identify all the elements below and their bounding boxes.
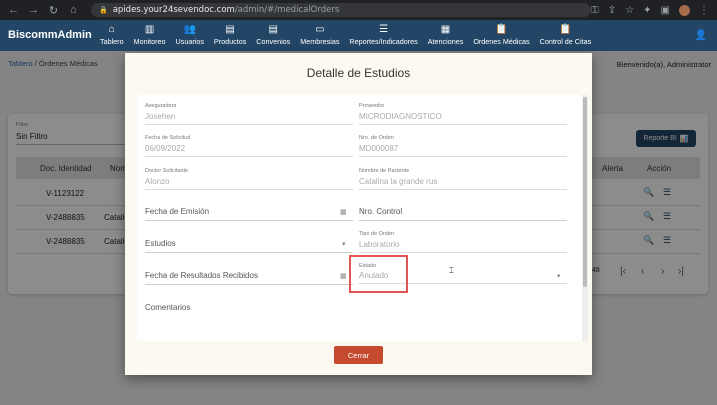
browser-nav: ← → ↻ ⌂: [8, 4, 79, 17]
menu-item-0[interactable]: ⌂ Tablero: [95, 20, 129, 51]
clipboard-icon: 📋: [559, 24, 572, 35]
dialog-title: Detalle de Estudios: [306, 66, 411, 80]
lock-icon: 🔒: [99, 6, 108, 14]
menu-item-5[interactable]: ▭ Membresias: [295, 20, 344, 51]
fecha-resultados-input[interactable]: Fecha de Resultados Recibidos: [145, 271, 353, 285]
estudios-select[interactable]: Estudios: [145, 239, 353, 253]
close-button[interactable]: Cerrar: [334, 346, 383, 364]
doctor-field: Alonzo: [145, 177, 353, 190]
address-bar[interactable]: 🔒 apides.your24sevendoc.com /admin/#/med…: [91, 3, 592, 17]
paciente-label: Nombre de Paciente: [359, 168, 410, 174]
chevron-down-icon[interactable]: ▾: [342, 240, 346, 248]
nro-orden-field: MD000087: [359, 144, 567, 157]
menu-item-label: Tablero: [100, 37, 124, 46]
forward-arrow-icon[interactable]: →: [28, 4, 39, 17]
nro-control-input[interactable]: Nro. Control: [359, 207, 567, 221]
card-icon: ▭: [315, 24, 325, 35]
proveedor-label: Proveedor: [359, 103, 385, 109]
calendar-icon: ▦: [440, 24, 451, 35]
aseguradora-field: Josehen: [145, 112, 353, 125]
mouse-cursor-icon: ⌶: [449, 266, 454, 275]
app-navbar: BiscommAdmin ⌂ Tablero ▥ Monitoreo 👥 Usuarios…: [0, 20, 717, 51]
key-icon[interactable]: ⚿: [591, 5, 599, 16]
chevron-down-icon[interactable]: ▾: [557, 272, 561, 280]
user-icon[interactable]: 👤: [695, 30, 707, 41]
menu-item-label: Productos: [213, 37, 247, 46]
store-icon: ▤: [268, 24, 278, 35]
comentarios-textarea[interactable]: Comentarios: [145, 303, 353, 316]
menu-item-6[interactable]: ☰ Reportes/Indicadores: [344, 20, 422, 51]
extensions-icon[interactable]: ✦: [643, 5, 651, 16]
menu-item-9[interactable]: 📋 Control de Citas: [535, 20, 597, 51]
app-brand[interactable]: BiscommAdmin: [8, 29, 92, 41]
menu-item-label: Control de Citas: [539, 37, 592, 46]
tipo-orden-field: Laboratorio: [359, 240, 567, 253]
menu-item-3[interactable]: ▤ Productos: [209, 20, 251, 51]
share-icon[interactable]: ⇪: [608, 5, 616, 16]
scrollbar-thumb[interactable]: [583, 97, 587, 287]
users-icon: 👥: [183, 24, 196, 35]
menu-item-8[interactable]: 📋 Ordenes Médicas: [468, 20, 534, 51]
fecha-solicitud-field: 06/09/2022: [145, 144, 353, 157]
estado-highlight-box: [349, 255, 408, 293]
store-icon: ▤: [225, 24, 235, 35]
profile-avatar[interactable]: [679, 4, 690, 16]
calendar-icon[interactable]: ▦: [340, 208, 347, 216]
menu-item-label: Reportes/Indicadores: [349, 37, 418, 46]
back-arrow-icon[interactable]: ←: [8, 4, 19, 17]
url-host: apides.your24sevendoc.com: [112, 5, 235, 15]
star-icon[interactable]: ☆: [625, 5, 634, 16]
aseguradora-label: Aseguradora: [145, 103, 177, 109]
menu-item-2[interactable]: 👥 Usuarios: [171, 20, 209, 51]
menu-item-label: Monitoreo: [133, 37, 166, 46]
menu-item-1[interactable]: ▥ Monitoreo: [129, 20, 171, 51]
browser-toolbar: ← → ↻ ⌂ 🔒 apides.your24sevendoc.com /adm…: [0, 0, 717, 20]
menu-item-label: Convenios: [256, 37, 291, 46]
main-menu: ⌂ Tablero ▥ Monitoreo 👥 Usuarios ▤ Productos ▤ Co…: [95, 20, 596, 51]
fecha-solicitud-label: Fecha de Solicitud: [145, 135, 191, 141]
study-detail-dialog: Detalle de Estudios Aseguradora Josehen …: [125, 53, 592, 375]
menu-item-label: Membresias: [300, 37, 340, 46]
proveedor-field: MICRODIAGNOSTICO: [359, 112, 567, 125]
sidebar-icon[interactable]: ▣: [661, 5, 670, 16]
more-menu-icon[interactable]: ⋮: [699, 5, 709, 16]
nro-orden-label: Nro. de Orden: [359, 135, 394, 141]
dialog-body: Aseguradora Josehen Proveedor MICRODIAGN…: [137, 95, 587, 341]
menu-item-label: Usuarios: [175, 37, 204, 46]
menu-item-label: Ordenes Médicas: [473, 37, 530, 46]
menu-item-label: Atenciones: [427, 37, 464, 46]
doctor-label: Doctor Solicitante: [145, 168, 189, 174]
clipboard-icon: 📋: [495, 24, 508, 35]
list-icon: ☰: [379, 24, 389, 35]
paciente-field: Catalina la grande rus: [359, 177, 567, 190]
menu-item-4[interactable]: ▤ Convenios: [251, 20, 295, 51]
url-path: /admin/#/medicalOrders: [234, 5, 340, 15]
home-icon: ⌂: [108, 24, 115, 35]
reload-icon[interactable]: ↻: [48, 4, 59, 17]
home-icon[interactable]: ⌂: [68, 4, 79, 17]
dialog-scrollbar[interactable]: [582, 95, 588, 341]
tipo-orden-label: Tipo de Orden: [359, 231, 394, 237]
menu-item-7[interactable]: ▦ Atenciones: [423, 20, 469, 51]
calendar-icon[interactable]: ▦: [340, 272, 347, 280]
chart-icon: ▥: [144, 24, 155, 35]
fecha-emision-input[interactable]: Fecha de Emisión: [145, 207, 353, 221]
